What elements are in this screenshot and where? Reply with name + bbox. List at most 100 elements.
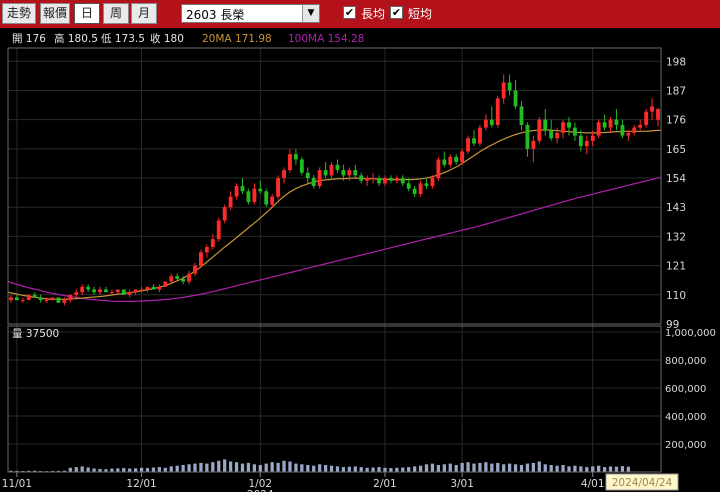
candle-body [199, 252, 203, 266]
candle-body [270, 196, 275, 205]
volume-bar [341, 467, 346, 472]
volume-bar [531, 462, 536, 472]
symbol-select[interactable]: 2603 長榮 ▼ [181, 4, 320, 23]
candle-body [377, 178, 381, 184]
candle-body [264, 191, 269, 205]
tab-quote[interactable]: 報價 [40, 3, 70, 24]
volume-bar [496, 462, 500, 472]
volume-bar [323, 465, 328, 472]
candle-body [341, 170, 346, 176]
candle-body [228, 196, 233, 208]
candle-body [638, 124, 643, 128]
candle-body [38, 297, 43, 301]
volume-bar [335, 466, 340, 472]
candle-body [258, 188, 263, 192]
volume-bar [145, 468, 150, 472]
volume-bar [223, 459, 227, 472]
volume-bar [442, 464, 446, 472]
candle-body [543, 119, 548, 131]
candle-body [74, 292, 79, 295]
candle-body [133, 289, 138, 293]
toolbar: 走勢 報價 日 周 月 2603 長榮 ▼ ✔ 長均 ✔ 短均 [0, 0, 720, 28]
info-ma20: 20MA 171.98 [202, 33, 272, 45]
volume-bar [318, 464, 322, 472]
volume-bar [234, 462, 239, 472]
volume-bar [490, 463, 494, 472]
short-ma-label: 短均 [408, 7, 433, 21]
volume-bar [193, 463, 197, 472]
candle-body [472, 138, 476, 144]
volume-bar [478, 462, 482, 472]
candle-body [127, 292, 132, 295]
long-ma-checkbox[interactable]: ✔ [343, 6, 356, 19]
candle-body [282, 170, 286, 179]
candle-body [626, 132, 631, 136]
volume-bar [401, 467, 405, 472]
candle-body [388, 178, 393, 181]
volume-label: 量 37500 [12, 328, 59, 340]
volume-bar [228, 461, 233, 472]
candle-body [561, 122, 565, 133]
volume-bar [573, 465, 577, 472]
candle-body [80, 286, 85, 293]
volume-bar [418, 465, 423, 472]
volume-bar [507, 463, 512, 472]
candle-body [62, 300, 67, 303]
candle-body [145, 286, 150, 290]
candle-body [56, 297, 61, 303]
volume-bar [128, 468, 132, 472]
volume-bar [614, 466, 619, 472]
candle-body [121, 289, 126, 295]
candle-body [151, 286, 156, 290]
candle-body [98, 289, 102, 293]
candle-body [252, 188, 257, 202]
volume-bar [329, 465, 334, 472]
tab-trend[interactable]: 走勢 [2, 3, 36, 24]
volume-tick-label: 600,000 [665, 384, 706, 395]
candle-body [442, 159, 447, 165]
volume-bar [86, 467, 90, 472]
tab-weekly[interactable]: 周 [103, 3, 129, 24]
volume-bar [460, 462, 464, 472]
candle-body [204, 247, 209, 253]
candle-body [193, 265, 197, 274]
candle-body [519, 106, 524, 125]
y-tick-label: 121 [666, 261, 686, 273]
candle-body [400, 178, 405, 184]
volume-bar [359, 467, 363, 472]
chevron-down-icon[interactable]: ▼ [302, 5, 319, 22]
candle-body [537, 119, 542, 141]
volume-bar [246, 462, 251, 472]
candle-body [329, 164, 334, 176]
candle-body [222, 207, 227, 221]
candle-body [293, 154, 298, 160]
symbol-label: 2603 長榮 [186, 8, 245, 22]
tab-daily[interactable]: 日 [74, 3, 100, 24]
short-ma-checkbox[interactable]: ✔ [390, 6, 403, 19]
volume-bar [282, 460, 286, 472]
volume-bar [347, 466, 351, 472]
volume-bar [519, 465, 524, 472]
long-ma-label: 長均 [361, 7, 386, 21]
volume-bar [240, 463, 245, 472]
candle-body [32, 294, 37, 298]
volume-bar [175, 465, 179, 472]
volume-bar [116, 468, 120, 472]
candle-body [359, 175, 364, 181]
volume-tick-label: 800,000 [665, 356, 706, 367]
volume-bar [139, 467, 144, 472]
tab-monthly[interactable]: 月 [131, 3, 157, 24]
candle-body [104, 289, 108, 293]
candle-body [216, 220, 221, 240]
candle-body [489, 119, 494, 125]
candle-body [406, 183, 411, 189]
candle-body [555, 132, 560, 139]
candle-body [620, 124, 625, 136]
y-tick-label: 132 [666, 231, 686, 243]
volume-bar [620, 466, 625, 472]
candle-body [365, 178, 370, 181]
volume-bar [579, 466, 583, 472]
volume-bar [502, 464, 506, 472]
candle-body [14, 297, 19, 301]
x-tick-label: 11/01 [2, 478, 32, 490]
